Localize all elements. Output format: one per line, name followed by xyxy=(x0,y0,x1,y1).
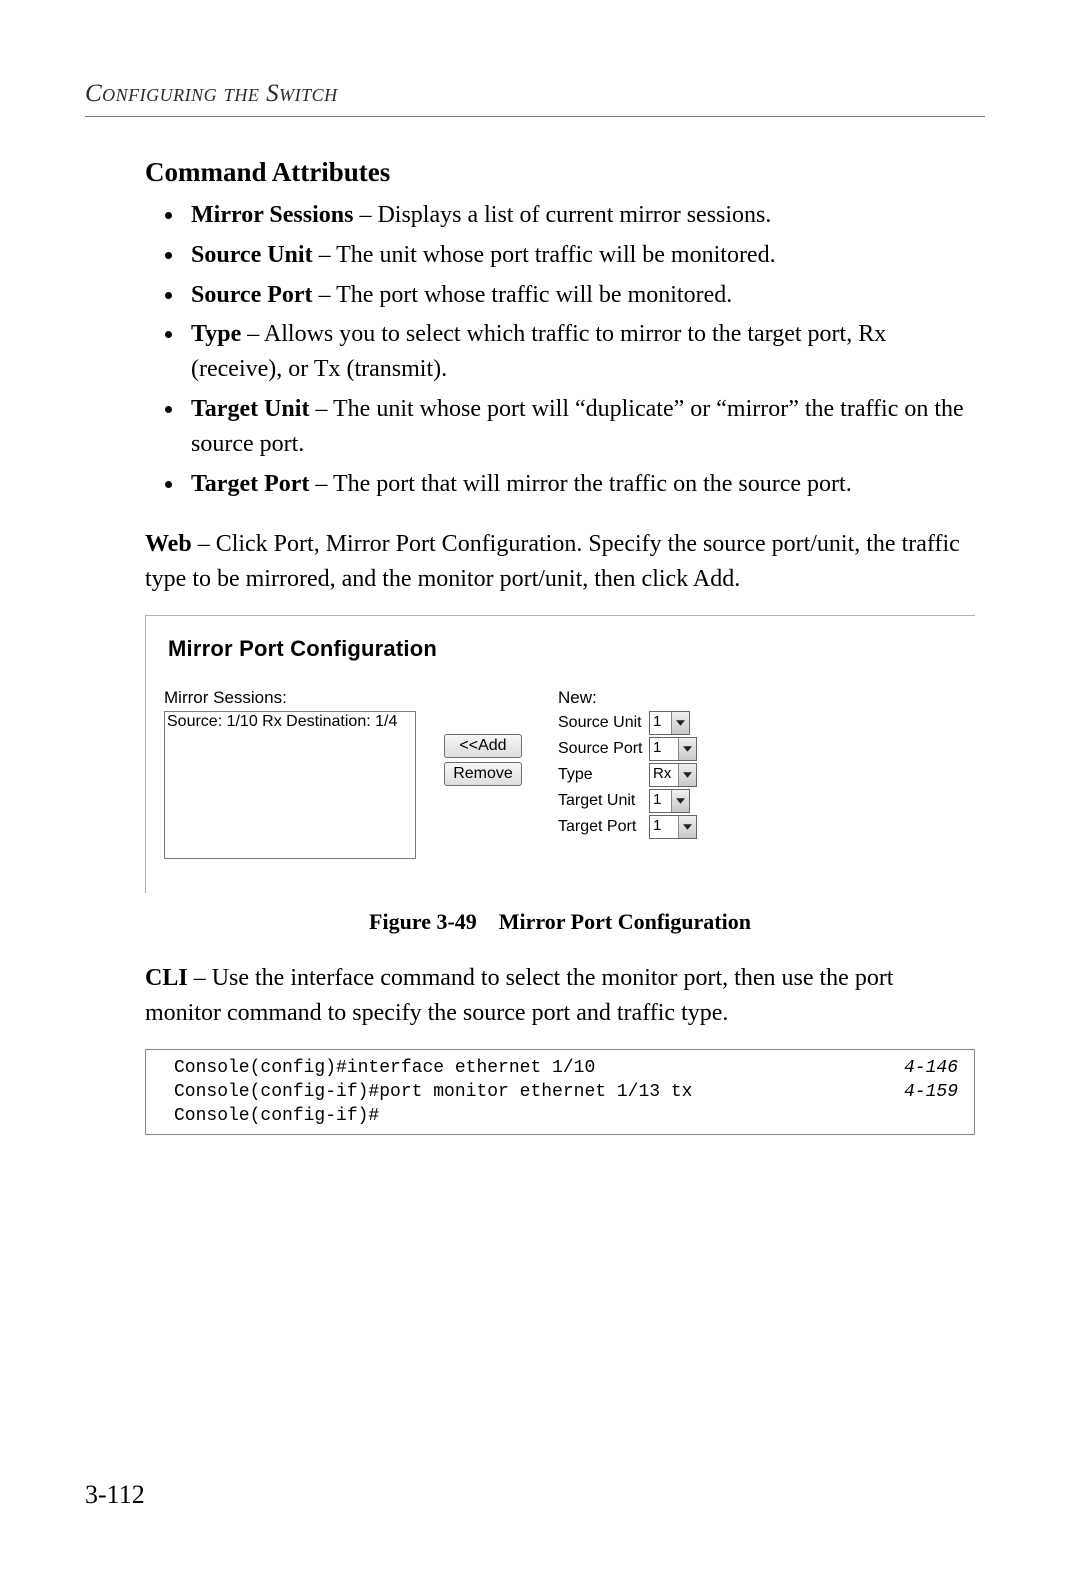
target-port-label: Target Port xyxy=(558,818,643,836)
cli-ref: 4-146 xyxy=(904,1056,958,1080)
cli-cmd: Console(config)#interface ethernet 1/10 xyxy=(174,1056,595,1080)
figure-caption: Figure 3-49 Mirror Port Configuration xyxy=(145,909,975,935)
attr-term: Target Port xyxy=(191,471,309,497)
attr-term: Source Port xyxy=(191,282,313,308)
target-unit-value: 1 xyxy=(650,790,671,812)
list-item: Target Port – The port that will mirror … xyxy=(185,467,975,502)
web-lead: Web xyxy=(145,531,192,557)
chevron-down-icon xyxy=(678,738,696,760)
attr-desc: – Displays a list of current mirror sess… xyxy=(353,202,771,228)
attr-desc: – The port whose traffic will be monitor… xyxy=(313,282,733,308)
running-head: Configuring the Switch xyxy=(85,80,985,108)
attr-term: Source Unit xyxy=(191,242,313,268)
type-value: Rx xyxy=(650,764,678,786)
attr-term: Mirror Sessions xyxy=(191,202,353,228)
cli-text: – Use the interface command to select th… xyxy=(145,965,893,1026)
list-item: Source Port – The port whose traffic wil… xyxy=(185,278,975,313)
cli-listing: Console(config)#interface ethernet 1/10 … xyxy=(145,1049,975,1136)
new-label: New: xyxy=(558,688,748,708)
type-select[interactable]: Rx xyxy=(649,763,697,787)
cli-line: Console(config-if)# xyxy=(174,1104,958,1128)
source-unit-label: Source Unit xyxy=(558,714,643,732)
remove-button[interactable]: Remove xyxy=(444,762,522,786)
attr-desc: – The unit whose port traffic will be mo… xyxy=(313,242,776,268)
source-unit-value: 1 xyxy=(650,712,671,734)
session-entry[interactable]: Source: 1/10 Rx Destination: 1/4 xyxy=(167,713,413,731)
type-label: Type xyxy=(558,766,643,784)
web-paragraph: Web – Click Port, Mirror Port Configurat… xyxy=(145,527,975,597)
list-item: Mirror Sessions – Displays a list of cur… xyxy=(185,198,975,233)
chevron-down-icon xyxy=(678,764,696,786)
attribute-list: Mirror Sessions – Displays a list of cur… xyxy=(145,198,975,501)
source-port-select[interactable]: 1 xyxy=(649,737,697,761)
cli-lead: CLI xyxy=(145,965,188,991)
attr-desc: – Allows you to select which traffic to … xyxy=(191,321,886,382)
list-item: Target Unit – The unit whose port will “… xyxy=(185,392,975,462)
cli-paragraph: CLI – Use the interface command to selec… xyxy=(145,961,975,1031)
section-title: Command Attributes xyxy=(145,157,975,188)
mirror-port-config-panel: Mirror Port Configuration Mirror Session… xyxy=(145,615,975,893)
attr-desc: – The port that will mirror the traffic … xyxy=(309,471,851,497)
chevron-down-icon xyxy=(671,790,689,812)
panel-title: Mirror Port Configuration xyxy=(168,636,957,662)
source-unit-select[interactable]: 1 xyxy=(649,711,690,735)
sessions-listbox[interactable]: Source: 1/10 Rx Destination: 1/4 xyxy=(164,711,416,859)
chevron-down-icon xyxy=(671,712,689,734)
attr-term: Target Unit xyxy=(191,396,309,422)
source-port-value: 1 xyxy=(650,738,678,760)
cli-cmd: Console(config-if)#port monitor ethernet… xyxy=(174,1080,692,1104)
chevron-down-icon xyxy=(678,816,696,838)
sessions-label: Mirror Sessions: xyxy=(164,688,444,708)
list-item: Type – Allows you to select which traffi… xyxy=(185,317,975,387)
cli-line: Console(config-if)#port monitor ethernet… xyxy=(174,1080,958,1104)
attr-term: Type xyxy=(191,321,241,347)
header-rule xyxy=(85,116,985,117)
source-port-label: Source Port xyxy=(558,740,643,758)
target-unit-label: Target Unit xyxy=(558,792,643,810)
list-item: Source Unit – The unit whose port traffi… xyxy=(185,238,975,273)
target-unit-select[interactable]: 1 xyxy=(649,789,690,813)
target-port-value: 1 xyxy=(650,816,678,838)
cli-cmd: Console(config-if)# xyxy=(174,1104,379,1128)
cli-line: Console(config)#interface ethernet 1/10 … xyxy=(174,1056,958,1080)
cli-ref: 4-159 xyxy=(904,1080,958,1104)
target-port-select[interactable]: 1 xyxy=(649,815,697,839)
page-number: 3-112 xyxy=(85,1480,145,1510)
web-text: – Click Port, Mirror Port Configuration.… xyxy=(145,531,960,592)
add-button[interactable]: <<Add xyxy=(444,734,522,758)
